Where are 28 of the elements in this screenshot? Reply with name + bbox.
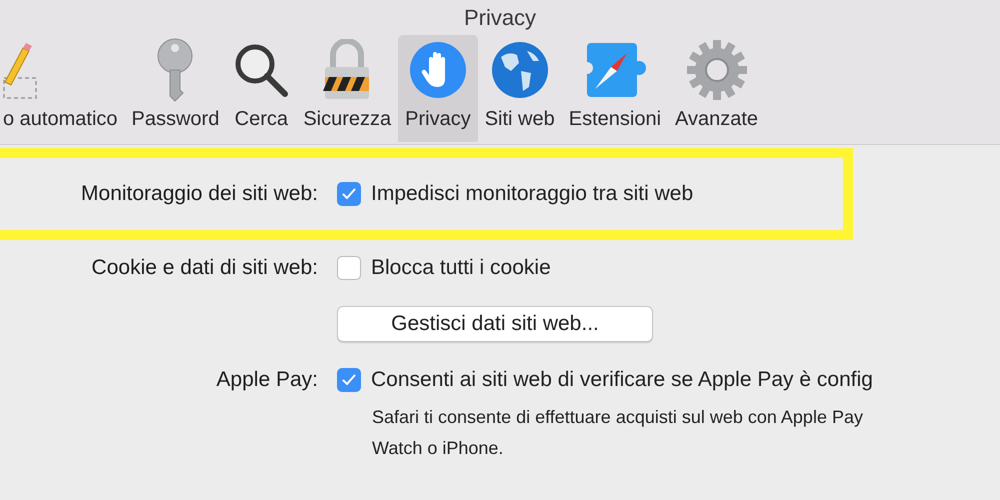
- setting-description: Safari ti consente di effettuare acquisti sul web con Apple Pay Watch o iPhone.: [372, 406, 864, 460]
- toolbar-tab[interactable]: Sicurezza: [296, 35, 398, 142]
- checkbox-label: Blocca tutti i cookie: [371, 255, 551, 282]
- checkmark-icon: [342, 374, 356, 386]
- setting-label: Monitoraggio dei siti web:: [80, 181, 319, 208]
- checkmark-icon: [342, 188, 356, 200]
- key-icon: [155, 38, 196, 102]
- toolbar-tab[interactable]: Estensioni: [562, 35, 668, 142]
- toolbar-tab[interactable]: Siti web: [478, 35, 562, 142]
- checkbox[interactable]: [337, 256, 361, 280]
- window-title: Privacy: [464, 4, 536, 32]
- toolbar-tab[interactable]: Avanzate: [668, 35, 766, 142]
- checkbox-label: Consenti ai siti web di verificare se Apple Pay è config: [371, 367, 873, 394]
- toolbar-tab[interactable]: Privacy: [398, 35, 478, 142]
- setting-label: Cookie e dati di siti web:: [90, 255, 319, 282]
- gear-icon: [686, 38, 748, 100]
- search-icon: [233, 42, 290, 98]
- manage-data-button[interactable]: Gestisci dati siti web...: [337, 306, 653, 342]
- hand-icon: [408, 40, 467, 98]
- checkbox[interactable]: [337, 182, 361, 206]
- setting-label: Apple Pay:: [215, 367, 319, 394]
- globe-icon: [490, 40, 549, 98]
- checkbox[interactable]: [337, 368, 361, 392]
- toolbar-tab[interactable]: Cerca: [226, 35, 296, 142]
- checkbox-label: Impedisci monitoraggio tra siti web: [371, 181, 694, 208]
- padlock-icon: [323, 38, 372, 100]
- toolbar-tab[interactable]: Password: [124, 35, 226, 142]
- toolbar-tab[interactable]: o automatico: [0, 35, 125, 142]
